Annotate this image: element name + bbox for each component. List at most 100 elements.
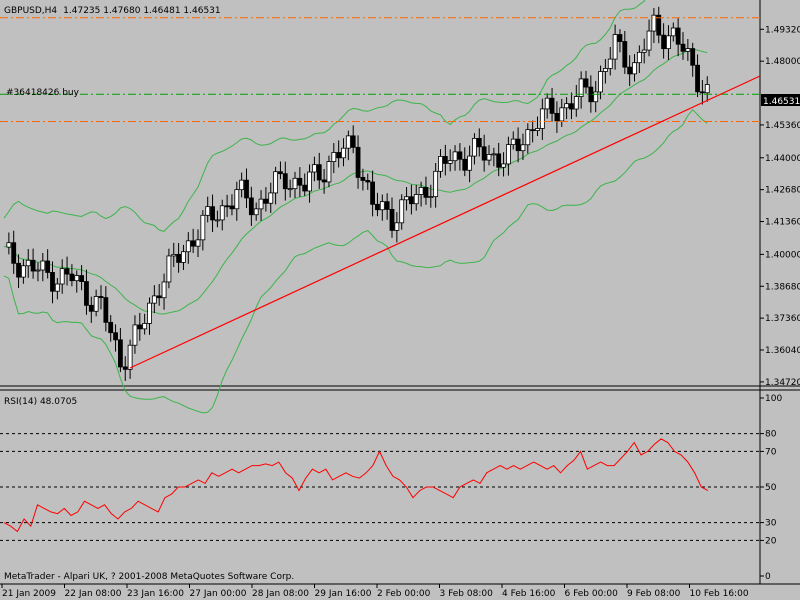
candle-body[interactable] — [54, 283, 60, 292]
candle-body[interactable] — [69, 273, 75, 282]
candle-body[interactable] — [539, 108, 545, 129]
candle-body[interactable] — [646, 30, 652, 51]
candle-body[interactable] — [462, 158, 468, 171]
candle-body[interactable] — [641, 49, 647, 53]
candle-body[interactable] — [59, 268, 65, 285]
candle-body[interactable] — [389, 208, 395, 231]
candle-body[interactable] — [413, 194, 419, 205]
candle-body[interactable] — [273, 171, 279, 194]
price-panel[interactable] — [0, 0, 760, 386]
candle-body[interactable] — [598, 71, 603, 93]
candle-body[interactable] — [408, 196, 414, 205]
candle-body[interactable] — [239, 179, 245, 191]
candle-body[interactable] — [617, 34, 623, 42]
candle-body[interactable] — [345, 135, 351, 149]
candle-body[interactable] — [132, 324, 138, 346]
candle-body[interactable] — [40, 260, 46, 271]
candle-body[interactable] — [341, 147, 346, 159]
candle-body[interactable] — [476, 137, 482, 148]
candle-body[interactable] — [472, 137, 477, 157]
candle-body[interactable] — [549, 97, 555, 114]
candle-body[interactable] — [224, 205, 230, 208]
candle-body[interactable] — [118, 339, 123, 368]
candle-body[interactable] — [544, 97, 550, 110]
candle-body[interactable] — [336, 152, 342, 159]
candle-body[interactable] — [20, 265, 26, 278]
candle-body[interactable] — [486, 154, 492, 161]
candle-body[interactable] — [559, 107, 565, 122]
candle-body[interactable] — [234, 189, 240, 210]
candle-body[interactable] — [704, 84, 710, 94]
candle-body[interactable] — [205, 206, 211, 216]
candle-body[interactable] — [535, 128, 540, 131]
candle-body[interactable] — [370, 181, 376, 205]
candle-body[interactable] — [45, 260, 51, 273]
candle-body[interactable] — [365, 180, 371, 183]
candle-body[interactable] — [505, 144, 511, 165]
candle-body[interactable] — [670, 27, 676, 37]
candle-body[interactable] — [64, 268, 70, 275]
candle-body[interactable] — [103, 297, 109, 323]
candle-body[interactable] — [50, 272, 55, 292]
candle-body[interactable] — [675, 27, 681, 45]
candle-body[interactable] — [214, 219, 220, 222]
candle-body[interactable] — [316, 164, 322, 181]
candle-body[interactable] — [666, 35, 671, 50]
candle-body[interactable] — [219, 205, 225, 221]
candle-body[interactable] — [355, 146, 361, 178]
candle-body[interactable] — [229, 205, 235, 210]
candle-body[interactable] — [258, 198, 264, 210]
candle-body[interactable] — [530, 129, 536, 132]
candle-body[interactable] — [680, 43, 686, 52]
candle-body[interactable] — [700, 91, 705, 94]
candle-body[interactable] — [603, 68, 608, 72]
candle-body[interactable] — [113, 332, 118, 341]
candle-body[interactable] — [79, 275, 84, 282]
candle-body[interactable] — [307, 171, 312, 192]
candle-body[interactable] — [554, 112, 560, 122]
candle-body[interactable] — [137, 324, 143, 330]
candle-body[interactable] — [496, 153, 502, 168]
candle-body[interactable] — [30, 259, 36, 272]
candle-body[interactable] — [74, 275, 80, 282]
candle-body[interactable] — [442, 156, 448, 164]
candle-body[interactable] — [190, 240, 196, 247]
candle-body[interactable] — [156, 295, 162, 299]
candle-body[interactable] — [292, 177, 298, 190]
candle-body[interactable] — [93, 296, 99, 312]
candle-body[interactable] — [151, 295, 157, 304]
candle-body[interactable] — [35, 269, 41, 272]
candle-body[interactable] — [6, 242, 12, 248]
candle-body[interactable] — [457, 151, 463, 160]
candle-body[interactable] — [98, 296, 104, 299]
candle-body[interactable] — [195, 239, 201, 247]
candle-body[interactable] — [253, 208, 259, 216]
candle-body[interactable] — [350, 135, 356, 148]
candle-body[interactable] — [185, 240, 191, 253]
candle-body[interactable] — [384, 201, 390, 210]
candle-body[interactable] — [263, 198, 269, 204]
candle-body[interactable] — [88, 304, 94, 312]
candle-body[interactable] — [16, 262, 21, 278]
candle-body[interactable] — [248, 197, 254, 216]
candle-body[interactable] — [423, 187, 429, 198]
candle-body[interactable] — [360, 177, 366, 181]
candle-body[interactable] — [127, 344, 133, 370]
candle-body[interactable] — [695, 64, 700, 93]
candle-body[interactable] — [627, 66, 633, 75]
candle-body[interactable] — [501, 163, 506, 168]
candle-body[interactable] — [321, 179, 327, 183]
candle-body[interactable] — [142, 323, 148, 330]
candle-body[interactable] — [607, 58, 613, 69]
candle-body[interactable] — [268, 192, 274, 204]
candle-body[interactable] — [520, 144, 526, 152]
candle-body[interactable] — [690, 48, 696, 66]
candle-body[interactable] — [573, 96, 579, 110]
candle-body[interactable] — [297, 177, 303, 186]
candle-body[interactable] — [685, 48, 691, 52]
chart-window[interactable]: 1.49320 1.48000 1.45360 1.44000 1.42680 1.413… — [0, 0, 800, 600]
candle-body[interactable] — [122, 366, 128, 370]
candle-body[interactable] — [176, 253, 182, 263]
candle-body[interactable] — [375, 203, 380, 211]
candle-body[interactable] — [632, 62, 637, 75]
